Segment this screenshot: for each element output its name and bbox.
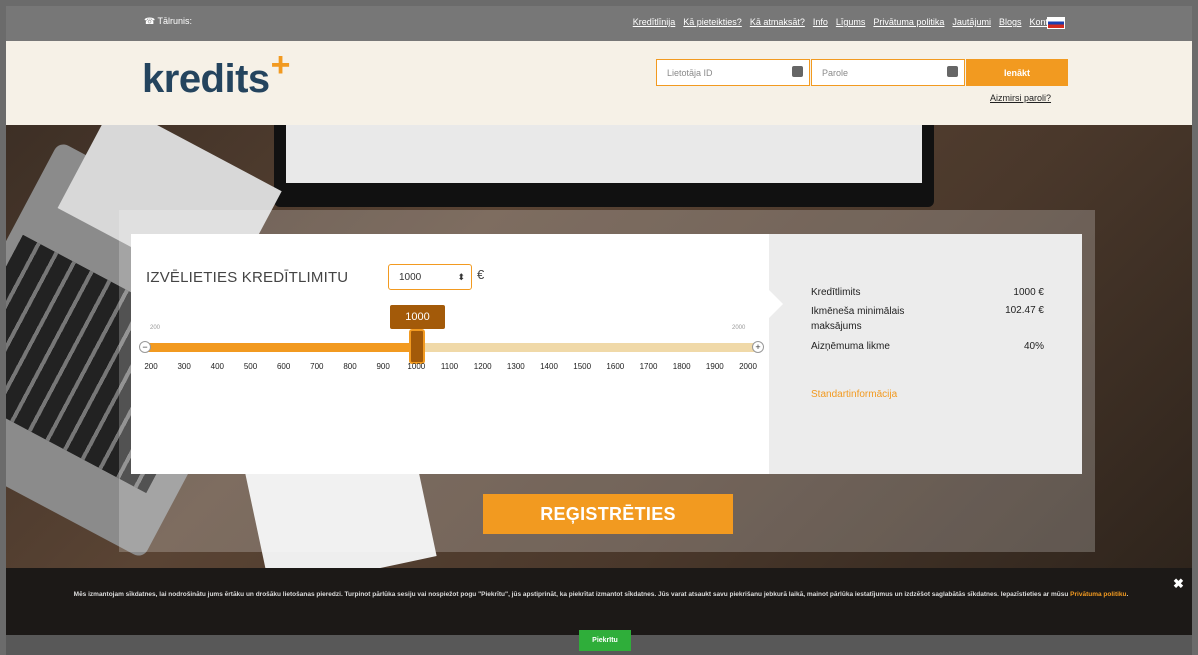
slider-max-label: 2000 (732, 325, 746, 331)
nav-link-ka-pieteikties[interactable]: Kā pieteikties? (683, 17, 742, 27)
slider-tick-label: 700 (310, 362, 324, 371)
summary-notch (769, 290, 783, 318)
login-button[interactable]: Ienākt (966, 59, 1068, 86)
monitor-screen (286, 125, 922, 183)
slider-tick-label: 900 (376, 362, 390, 371)
summary-value-monthly-payment: 102.47 € (1005, 305, 1044, 316)
user-id-placeholder: Lietotāja ID (667, 67, 713, 78)
top-nav: Kredītlīnija Kā pieteikties? Kā atmaksāt… (633, 17, 1062, 27)
slider-tick-label: 1200 (473, 362, 492, 371)
top-bar: ☎ Tālrunis: Kredītlīnija Kā pieteikties?… (6, 6, 1192, 41)
slider-tick-label: 1400 (540, 362, 558, 371)
slider-tick-label: 1000 (407, 362, 426, 371)
summary-label-monthly-payment: Ikmēneša minimālais maksājums (811, 306, 905, 332)
slider-thumb[interactable] (409, 329, 426, 364)
nav-link-jautajumi[interactable]: Jautājumi (952, 17, 991, 27)
close-icon[interactable]: ✖ (1173, 576, 1184, 592)
nav-link-ka-atmaksat[interactable]: Kā atmaksāt? (750, 17, 805, 27)
logo-plus-icon: + (270, 46, 291, 84)
summary-value-credit-limit: 1000 € (1013, 287, 1044, 298)
slider-value-tooltip: 1000 (390, 305, 445, 329)
cookie-text: Mēs izmantojam sīkdatnes, lai nodrošināt… (73, 591, 1129, 598)
summary-label-interest-rate: Aizņēmuma likme (811, 341, 890, 352)
slider-tick-label: 1300 (506, 362, 525, 371)
slider-tick-label: 2000 (739, 362, 757, 371)
slider-tick-label: 300 (177, 362, 191, 371)
nav-link-blogs[interactable]: Blogs (999, 17, 1022, 27)
slider-tick-label: 1900 (705, 362, 724, 371)
slider-ticks: 200 300 400 500 600 700 800 900 1000 1100 1200 1300… (131, 362, 769, 374)
standard-info-link[interactable]: Standartinformācija (811, 389, 897, 400)
slider-tick-label: 1500 (573, 362, 592, 371)
amount-select-value: 1000 (399, 271, 422, 283)
nav-link-info[interactable]: Info (813, 17, 828, 27)
nav-link-privatuma-politika[interactable]: Privātuma politika (873, 17, 944, 27)
slider-fill (147, 343, 418, 352)
slider-min-label: 200 (150, 325, 161, 331)
summary-label-credit-limit: Kredītlimits (811, 287, 861, 298)
russian-flag-icon[interactable] (1047, 17, 1065, 29)
page: ☎ Tālrunis: Kredītlīnija Kā pieteikties?… (0, 0, 1198, 655)
user-id-input[interactable]: Lietotāja ID (656, 59, 810, 86)
cookie-message: Mēs izmantojam sīkdatnes, lai nodrošināt… (73, 591, 1069, 598)
decrease-button[interactable]: − (139, 341, 151, 353)
slider-track[interactable] (147, 343, 755, 352)
currency-symbol: € (477, 267, 485, 282)
updown-arrows-icon: ⬍ (457, 272, 465, 282)
logo-text: kredits (142, 57, 270, 101)
keyboard-icon (947, 66, 958, 77)
slider-tick-label: 500 (243, 362, 258, 371)
slider-tick-label: 400 (210, 362, 225, 371)
amount-select[interactable]: 1000 ⬍ (388, 264, 472, 290)
calculator-title: IZVĒLIETIES KREDĪTLIMITU (146, 269, 349, 286)
slider-tick-label: 1100 (440, 362, 459, 371)
credit-summary: Kredītlimits 1000 € Ikmēneša minimālais … (769, 234, 1082, 474)
accept-cookies-button[interactable]: Piekrītu (579, 630, 631, 651)
nav-link-kreditlinija[interactable]: Kredītlīnija (633, 17, 676, 27)
background-monitor (274, 125, 934, 207)
slider-tick-label: 200 (144, 362, 158, 371)
logo[interactable]: kredits+ (142, 46, 291, 102)
register-button[interactable]: REĢISTRĒTIES (483, 494, 733, 534)
nav-link-ligums[interactable]: Līgums (836, 17, 866, 27)
keyboard-icon (792, 66, 803, 77)
increase-button[interactable]: + (752, 341, 764, 353)
forgot-password-link[interactable]: Aizmirsi paroli? (990, 93, 1051, 103)
phone-label: ☎ Tālrunis: (144, 16, 193, 26)
slider-tick-label: 800 (343, 362, 357, 371)
hero-section: IZVĒLIETIES KREDĪTLIMITU 1000 ⬍ € 1000 2… (6, 125, 1192, 580)
slider-tick-label: 600 (276, 362, 291, 371)
header: kredits+ Lietotāja ID Parole Ienākt Aizm… (6, 41, 1192, 125)
slider-tick-label: 1700 (639, 362, 658, 371)
password-placeholder: Parole (822, 67, 849, 78)
privacy-policy-link[interactable]: Privātuma politiku (1070, 591, 1126, 598)
credit-calculator: IZVĒLIETIES KREDĪTLIMITU 1000 ⬍ € 1000 2… (131, 234, 769, 474)
password-input[interactable]: Parole (811, 59, 965, 86)
slider-tick-label: 1800 (672, 362, 691, 371)
summary-value-interest-rate: 40% (1023, 341, 1044, 352)
slider-tick-label: 1600 (606, 362, 625, 371)
